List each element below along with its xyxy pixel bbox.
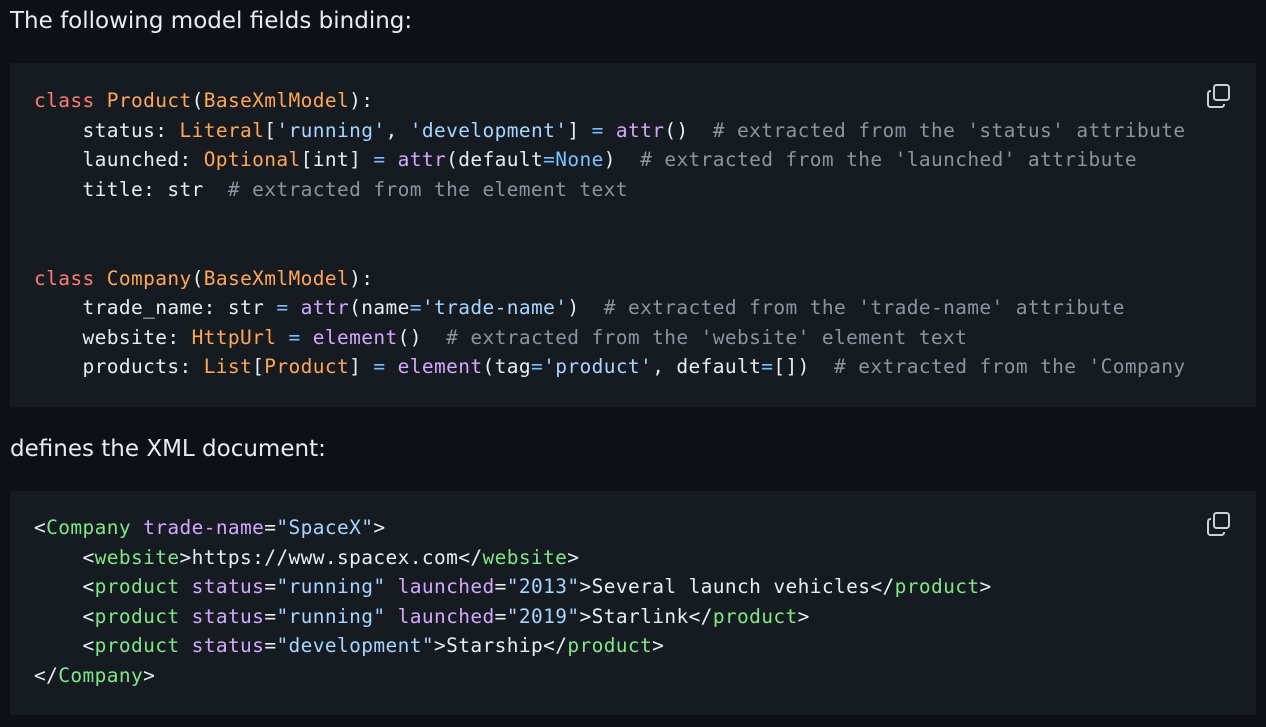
code-token: product [94,575,180,599]
code-token: status [191,575,265,599]
code-line: <Company trade-name="SpaceX"> [34,516,386,539]
code-token: element [397,355,483,379]
code-line: <product status="running" launched="2013… [34,575,992,599]
code-token: attr [397,148,447,172]
code-token: BaseXmlModel [203,266,350,290]
code-line: <product status="running" launched="2019… [34,604,810,628]
code-token: = [530,355,544,379]
code-token: trade-name [143,516,265,539]
code-line: website: HttpUrl = element() # extracted… [34,325,968,349]
copy-button[interactable] [1206,83,1232,109]
code-token: product [94,634,180,658]
code-token: class [34,89,95,112]
middle-text: defines the XML document: [10,436,326,462]
python-code-block: class Product(BaseXmlModel): status: Lit… [10,63,1256,407]
code-token: # extracted from the element text [227,177,628,201]
code-token: HttpUrl [191,325,277,349]
code-token: attr [300,296,350,320]
code-token: launched [397,575,495,599]
code-line: class Product(BaseXmlModel): [34,89,374,112]
code-line: <product status="development">Starship</… [34,634,665,658]
code-token: "2019" [506,604,580,628]
code-line: <website>https://www.spacex.com</website… [34,545,580,569]
code-token: # extracted from the 'launched' attribut… [640,148,1137,172]
python-code: class Product(BaseXmlModel): status: Lit… [34,86,1186,382]
code-token: Company [106,266,192,290]
xml-code: <Company trade-name="SpaceX"> <website>h… [34,513,992,691]
code-token: Company [58,663,144,687]
code-token: = [373,355,386,379]
code-token: 'trade-name' [421,296,568,320]
code-token: product [94,604,180,628]
code-line: title: str # extracted from the element … [34,177,628,201]
code-token: product [894,575,980,599]
code-token: = [409,296,422,320]
code-token: None [555,148,604,172]
code-token: website [482,545,568,569]
code-token: Product [106,89,192,112]
code-token: 'development' [409,118,568,142]
code-token: BaseXmlModel [203,89,350,112]
code-token: # extracted from the 'trade-name' attrib… [603,296,1125,320]
copy-button[interactable] [1206,511,1232,537]
code-token: Company [46,516,131,539]
code-token: # extracted from the 'website' element t… [446,325,968,349]
code-token: Literal [179,118,265,142]
code-token: status [191,604,265,628]
code-token: "development" [276,634,434,658]
code-token: "2013" [506,575,580,599]
code-token: = [543,148,556,172]
code-line: products: List[Product] = element(tag='p… [34,355,1186,379]
code-token: Optional [203,148,301,172]
code-token: 'running' [276,118,386,142]
code-token: product [712,604,798,628]
code-line: class Company(BaseXmlModel): [34,266,374,290]
code-token: 'product' [543,355,653,379]
code-token: # extracted from the 'status' attribute [712,118,1186,142]
code-token: "running" [276,575,386,599]
code-token: = [288,325,301,349]
code-token: # extracted from the 'Company [834,355,1186,379]
code-token: List [203,355,253,379]
code-token: status [191,634,265,658]
code-token: class [34,266,95,290]
code-token: = [276,296,289,320]
copy-icon [1207,512,1230,536]
xml-code-block: <Company trade-name="SpaceX"> <website>h… [10,491,1256,715]
code-token: Product [264,355,350,379]
code-token: = [373,148,386,172]
code-token: "running" [276,604,386,628]
code-token: attr [615,118,665,142]
code-token: product [567,634,653,658]
copy-icon [1207,84,1230,108]
code-token: = [591,118,604,142]
code-line: trade_name: str = attr(name='trade-name'… [34,296,1125,320]
code-token: launched [397,604,495,628]
code-line: launched: Optional[int] = attr(default=N… [34,148,1137,172]
code-line: </Company> [34,663,156,687]
code-token: "SpaceX" [276,516,374,539]
code-token: website [94,545,180,569]
code-token: element [312,325,398,349]
code-line: status: Literal['running', 'development'… [34,118,1186,142]
intro-text: The following model fields binding: [10,8,413,34]
code-token: = [761,355,774,379]
